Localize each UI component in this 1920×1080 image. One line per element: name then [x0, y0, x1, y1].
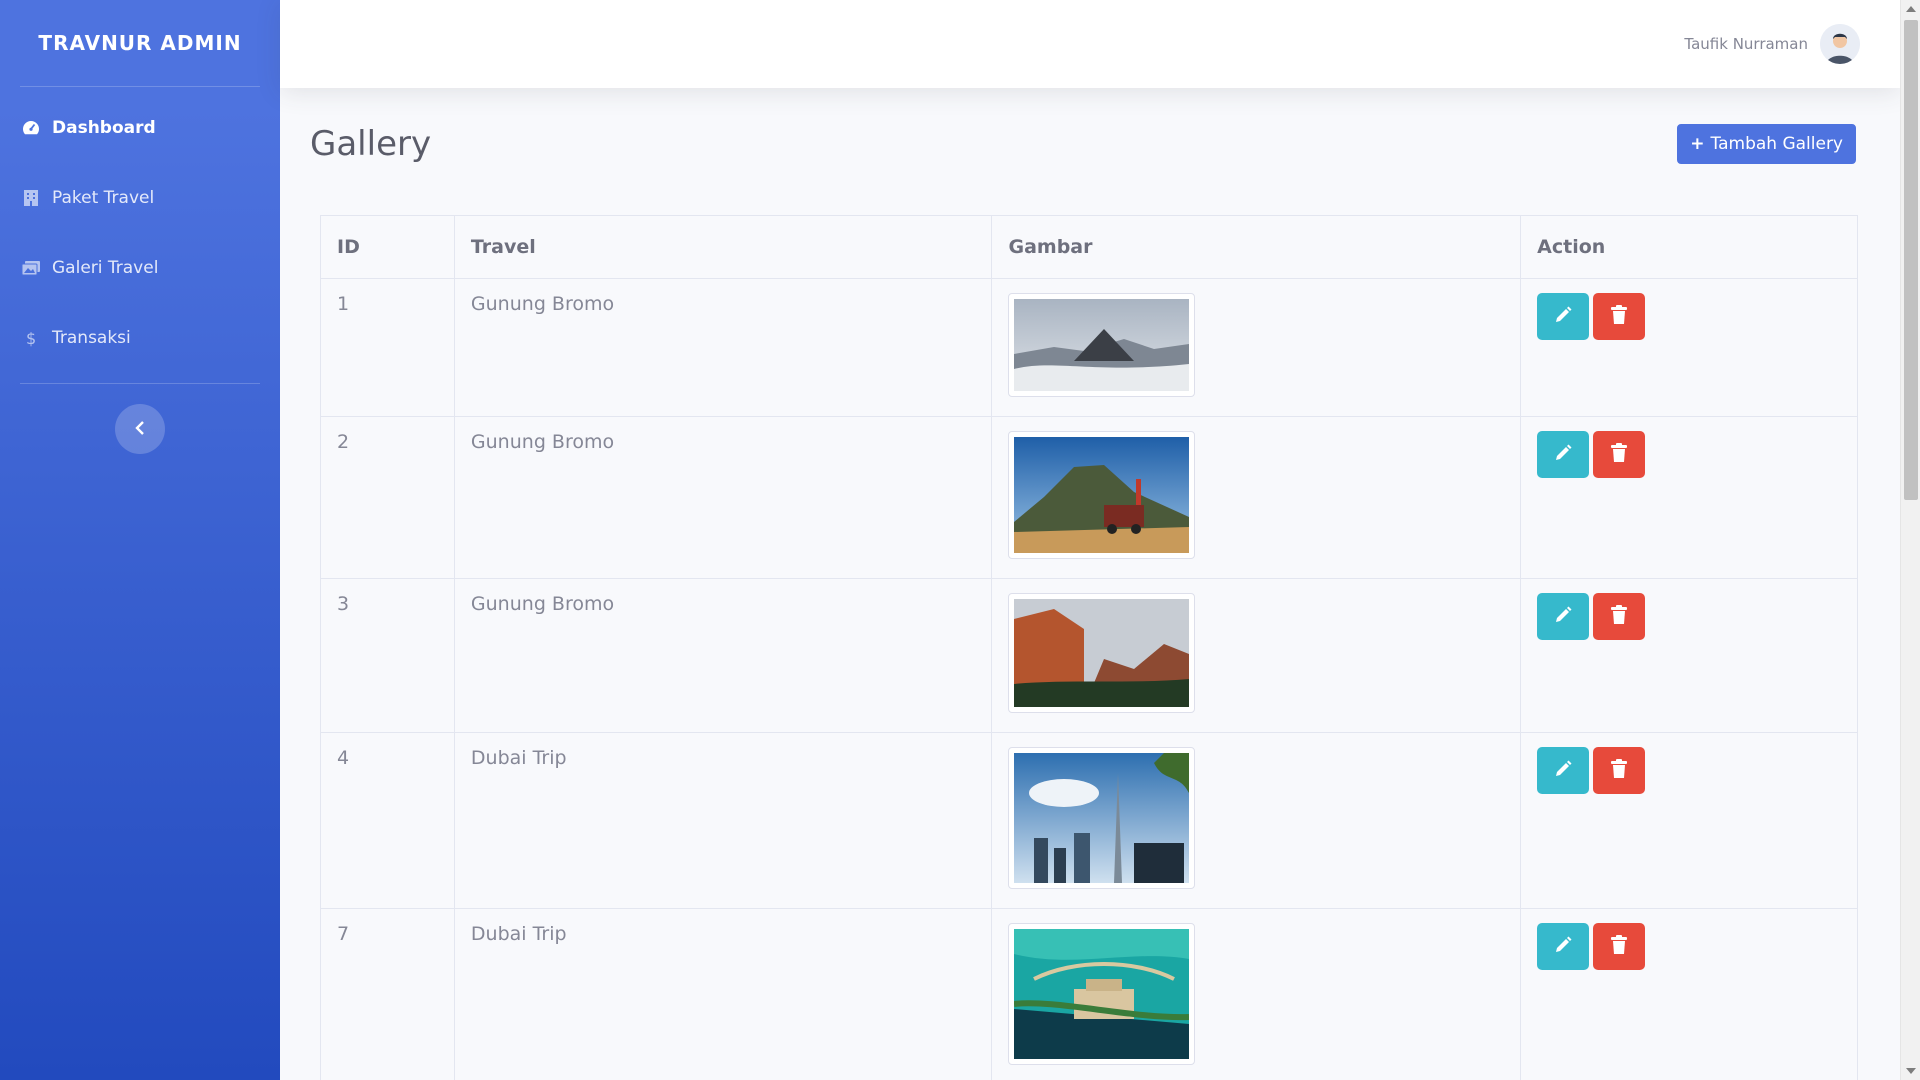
edit-button[interactable]	[1537, 293, 1590, 340]
trash-icon	[1610, 759, 1628, 782]
trash-icon	[1610, 305, 1628, 328]
plus-icon: +	[1690, 134, 1705, 154]
cell-travel: Dubai Trip	[453, 732, 993, 909]
table-row: 3 Gunung Bromo	[320, 578, 1858, 733]
cell-travel: Gunung Bromo	[453, 278, 993, 417]
cell-action	[1520, 416, 1858, 579]
sidebar-item-label: Transaksi	[52, 328, 131, 348]
cell-gambar	[991, 278, 1522, 417]
sidebar: TRAVNUR ADMIN Dashboard Paket Travel Gal…	[0, 0, 280, 1080]
gallery-thumbnail[interactable]	[1008, 593, 1196, 713]
row-actions	[1537, 747, 1841, 794]
trash-icon	[1610, 935, 1628, 958]
cell-travel: Dubai Trip	[453, 908, 993, 1080]
pencil-icon	[1553, 605, 1573, 628]
pencil-icon	[1553, 305, 1573, 328]
edit-button[interactable]	[1537, 747, 1590, 794]
header-id: ID	[320, 215, 455, 279]
cell-action	[1520, 578, 1858, 733]
row-actions	[1537, 293, 1841, 340]
cell-action	[1520, 278, 1858, 417]
topbar: Taufik Nurraman	[280, 0, 1900, 88]
delete-button[interactable]	[1593, 293, 1646, 340]
page-header: Gallery + Tambah Gallery	[280, 88, 1900, 170]
sidebar-item-dashboard[interactable]: Dashboard	[0, 93, 280, 163]
table-row: 7 Dubai Trip	[320, 908, 1858, 1080]
edit-button[interactable]	[1537, 593, 1590, 640]
cell-id: 7	[320, 908, 455, 1080]
tachometer-icon	[20, 117, 42, 139]
scroll-down-icon[interactable]	[1906, 1068, 1916, 1074]
sidebar-toggle-wrap	[0, 384, 280, 454]
delete-button[interactable]	[1593, 593, 1646, 640]
cell-gambar	[991, 908, 1522, 1080]
pencil-icon	[1553, 443, 1573, 466]
cell-gambar	[991, 416, 1522, 579]
building-icon	[20, 187, 42, 209]
pencil-icon	[1553, 935, 1573, 958]
user-avatar-icon[interactable]	[1820, 24, 1860, 64]
cell-id: 2	[320, 416, 455, 579]
add-gallery-button[interactable]: + Tambah Gallery	[1677, 124, 1856, 164]
delete-button[interactable]	[1593, 431, 1646, 478]
add-gallery-label: Tambah Gallery	[1710, 134, 1843, 154]
cell-gambar	[991, 578, 1522, 733]
gallery-table-wrap: ID Travel Gambar Action 1 Gunung Bromo 2…	[320, 215, 1858, 1080]
page-scrollbar[interactable]	[1900, 0, 1920, 1080]
svg-text:$: $	[26, 329, 36, 347]
table-row: 4 Dubai Trip	[320, 732, 1858, 909]
delete-button[interactable]	[1593, 747, 1646, 794]
cell-id: 1	[320, 278, 455, 417]
cell-travel: Gunung Bromo	[453, 578, 993, 733]
table-row: 2 Gunung Bromo	[320, 416, 1858, 579]
images-icon	[20, 257, 42, 279]
cell-action	[1520, 732, 1858, 909]
header-gambar: Gambar	[991, 215, 1522, 279]
cell-id: 4	[320, 732, 455, 909]
header-action: Action	[1520, 215, 1858, 279]
scroll-thumb[interactable]	[1904, 20, 1918, 500]
trash-icon	[1610, 443, 1628, 466]
sidebar-item-label: Galeri Travel	[52, 258, 159, 278]
sidebar-item-paket-travel[interactable]: Paket Travel	[0, 163, 280, 233]
table-header-row: ID Travel Gambar Action	[320, 215, 1858, 279]
pencil-icon	[1553, 759, 1573, 782]
sidebar-brand[interactable]: TRAVNUR ADMIN	[0, 0, 280, 86]
scroll-up-icon[interactable]	[1906, 6, 1916, 12]
delete-button[interactable]	[1593, 923, 1646, 970]
gallery-thumbnail[interactable]	[1008, 431, 1196, 559]
sidebar-divider	[20, 86, 260, 87]
sidebar-toggle-button[interactable]	[115, 404, 165, 454]
gallery-table: ID Travel Gambar Action 1 Gunung Bromo 2…	[320, 215, 1858, 1080]
row-actions	[1537, 593, 1841, 640]
sidebar-item-label: Dashboard	[52, 118, 156, 138]
sidebar-item-label: Paket Travel	[52, 188, 155, 208]
cell-gambar	[991, 732, 1522, 909]
trash-icon	[1610, 605, 1628, 628]
app-root: TRAVNUR ADMIN Dashboard Paket Travel Gal…	[0, 0, 1920, 1080]
gallery-thumbnail[interactable]	[1008, 923, 1196, 1065]
row-actions	[1537, 431, 1841, 478]
sidebar-item-galeri-travel[interactable]: Galeri Travel	[0, 233, 280, 303]
gallery-thumbnail[interactable]	[1008, 747, 1196, 889]
user-name[interactable]: Taufik Nurraman	[1684, 35, 1808, 53]
row-actions	[1537, 923, 1841, 970]
edit-button[interactable]	[1537, 923, 1590, 970]
cell-id: 3	[320, 578, 455, 733]
header-travel: Travel	[453, 215, 993, 279]
cell-action	[1520, 908, 1858, 1080]
table-row: 1 Gunung Bromo	[320, 278, 1858, 417]
main-content: Gallery + Tambah Gallery ID Travel Gamba…	[280, 88, 1900, 1080]
gallery-thumbnail[interactable]	[1008, 293, 1196, 397]
edit-button[interactable]	[1537, 431, 1590, 478]
dollar-icon: $	[20, 327, 42, 349]
chevron-left-icon	[135, 420, 145, 439]
page-title: Gallery	[310, 124, 432, 164]
sidebar-item-transaksi[interactable]: $ Transaksi	[0, 303, 280, 373]
cell-travel: Gunung Bromo	[453, 416, 993, 579]
